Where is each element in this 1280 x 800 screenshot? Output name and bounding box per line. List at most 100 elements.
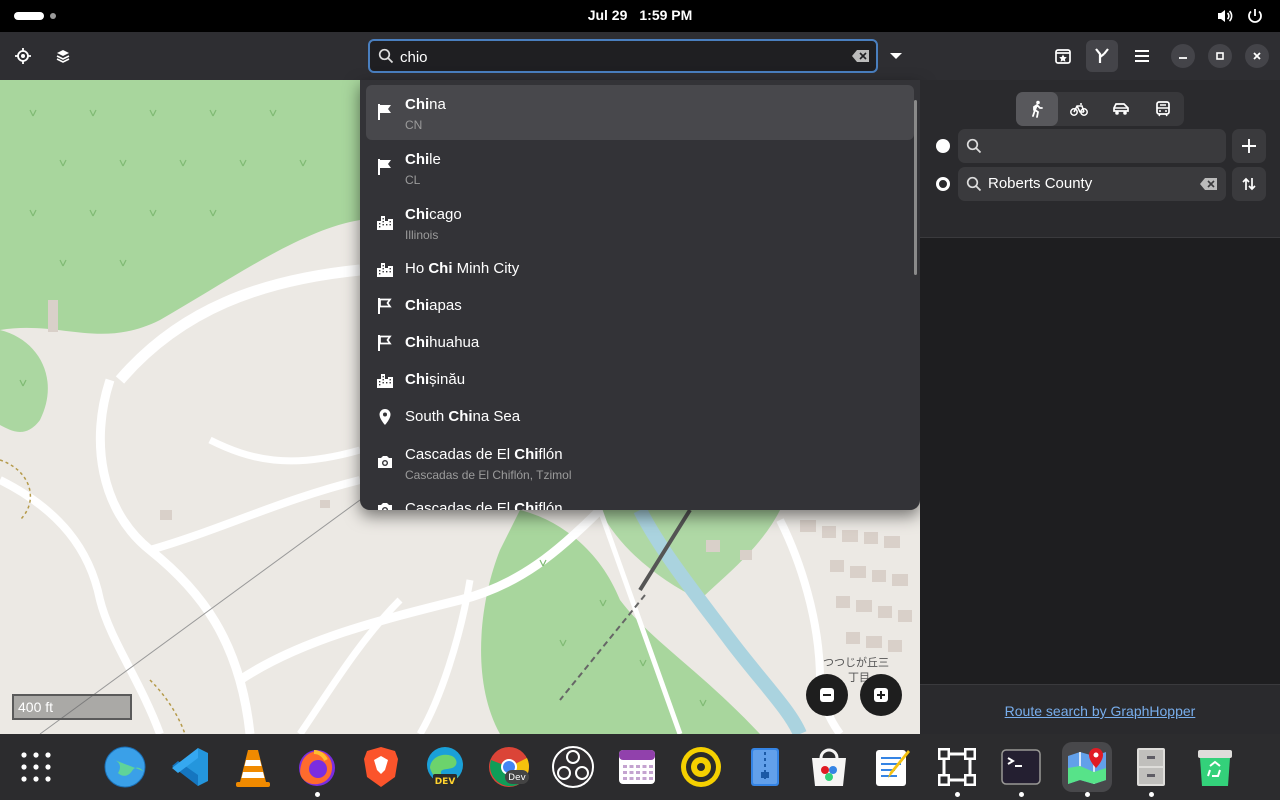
maximize-icon (1216, 52, 1224, 60)
close-button[interactable] (1245, 44, 1269, 68)
map-scale: 400 ft (12, 694, 132, 720)
terminal-icon (1001, 749, 1041, 785)
calendar-icon (619, 750, 655, 784)
map-place-label: つつじが丘三 (823, 656, 889, 669)
clear-icon[interactable] (1200, 177, 1218, 191)
web-browser-icon (104, 746, 146, 788)
bike-icon (1070, 103, 1088, 116)
suggestion-title: Cascadas de El Chiflón (405, 500, 563, 510)
zoom-in-button[interactable] (860, 674, 902, 716)
minimize-button[interactable] (1171, 44, 1195, 68)
software-icon (812, 748, 846, 786)
add-via-button[interactable] (1232, 129, 1266, 163)
suggestion-item[interactable]: Ho Chi Minh City (366, 250, 914, 287)
dock-app-vlc[interactable] (228, 742, 278, 792)
dock-app-firefox[interactable] (292, 742, 342, 792)
swap-route-button[interactable] (1232, 167, 1266, 201)
power-icon[interactable] (1246, 7, 1264, 25)
header-bar: chio (0, 32, 1280, 80)
brave-icon (364, 747, 398, 787)
graphhopper-link[interactable]: Route search by GraphHopper (920, 703, 1280, 719)
dock-app-terminal[interactable] (996, 742, 1046, 792)
dock-app-archive[interactable] (740, 742, 790, 792)
clock[interactable]: Jul 29 1:59 PM (0, 7, 1280, 23)
search-entry[interactable]: chio (368, 39, 878, 73)
dock-app-inkscape[interactable] (932, 742, 982, 792)
volume-icon[interactable] (1216, 7, 1234, 25)
dock-app-edge-dev[interactable]: DEV (420, 742, 470, 792)
dock-app-rhythmbox[interactable] (676, 742, 726, 792)
suggestion-item[interactable]: South China Sea (366, 398, 914, 435)
dock-app-trash[interactable] (1190, 742, 1240, 792)
from-entry[interactable] (958, 129, 1226, 163)
route-icon (1095, 48, 1109, 63)
zoom-out-button[interactable] (806, 674, 848, 716)
rhythmbox-icon (681, 747, 721, 787)
dock-app-chrome-dev[interactable]: Dev (484, 742, 534, 792)
svg-text:Dev: Dev (508, 773, 526, 783)
suggestion-item[interactable]: Chile CL (366, 140, 914, 195)
suggestion-item[interactable]: Chicago Illinois (366, 195, 914, 250)
vlc-icon (236, 750, 270, 787)
city-icon (377, 374, 393, 388)
maps-icon (1068, 748, 1106, 784)
clear-icon[interactable] (852, 49, 870, 63)
inkscape-icon (938, 748, 976, 786)
to-input[interactable]: Roberts County (988, 175, 1092, 192)
mode-walk-button[interactable] (1016, 92, 1058, 126)
suggestion-title: Chihuahua (405, 334, 480, 351)
add-icon (1242, 139, 1256, 153)
city-icon (377, 263, 393, 277)
edge-dev-icon: DEV (427, 747, 463, 787)
search-dropdown-button[interactable] (882, 40, 910, 72)
dock-app-text-editor[interactable] (868, 742, 918, 792)
flag-filled-icon (378, 159, 391, 175)
dock-app-vscode[interactable] (164, 742, 214, 792)
dock-app-app-grid[interactable] (11, 742, 61, 792)
dock-app-obs[interactable] (548, 742, 598, 792)
favorites-button[interactable] (1047, 40, 1079, 72)
suggestion-title: Cascadas de El Chiflón (405, 446, 563, 463)
running-indicator (955, 792, 960, 797)
transport-mode-switcher (1016, 92, 1184, 126)
suggestions-scrollbar[interactable] (914, 100, 917, 275)
route-button[interactable] (1086, 40, 1118, 72)
suggestion-item[interactable]: Cascadas de El Chiflón Cascadas de El Chi… (366, 435, 914, 490)
svg-text:DEV: DEV (435, 777, 456, 787)
suggestion-item[interactable]: Chișinău (366, 361, 914, 398)
suggestion-item[interactable]: Chiapas (366, 287, 914, 324)
dock-app-calendar[interactable] (612, 742, 662, 792)
running-indicator (1085, 792, 1090, 797)
route-sidebar: Roberts County Route search by GraphHopp… (920, 80, 1280, 734)
camera-icon (378, 456, 392, 468)
mode-transit-button[interactable] (1142, 92, 1184, 126)
start-point-marker (936, 139, 950, 153)
suggestion-item[interactable]: China CN (366, 85, 914, 140)
dock-app-files-cabinet[interactable] (1126, 742, 1176, 792)
dock-app-software[interactable] (804, 742, 854, 792)
minimize-icon (1179, 57, 1187, 59)
suggestion-title: South China Sea (405, 408, 521, 425)
suggestion-title: Chiapas (405, 297, 462, 314)
pin-icon (379, 409, 391, 425)
suggestion-title: Chișinău (405, 371, 466, 388)
maximize-button[interactable] (1208, 44, 1232, 68)
search-input[interactable]: chio (400, 49, 428, 66)
dock-app-maps[interactable] (1062, 742, 1112, 792)
suggestion-title: Chile (405, 151, 441, 168)
dock-app-brave[interactable] (356, 742, 406, 792)
mode-car-button[interactable] (1100, 92, 1142, 126)
search-icon (966, 138, 982, 154)
to-entry[interactable]: Roberts County (958, 167, 1226, 201)
suggestion-item[interactable]: Cascadas de El Chiflón (366, 490, 914, 510)
running-indicator (1149, 792, 1154, 797)
obs-icon (552, 746, 594, 788)
mode-bike-button[interactable] (1058, 92, 1100, 126)
dock-app-web-browser[interactable] (100, 742, 150, 792)
city-icon (377, 216, 393, 230)
locate-button[interactable] (7, 40, 39, 72)
files-cabinet-icon (1137, 748, 1165, 786)
layers-button[interactable] (47, 40, 79, 72)
suggestion-item[interactable]: Chihuahua (366, 324, 914, 361)
main-menu-button[interactable] (1126, 40, 1158, 72)
